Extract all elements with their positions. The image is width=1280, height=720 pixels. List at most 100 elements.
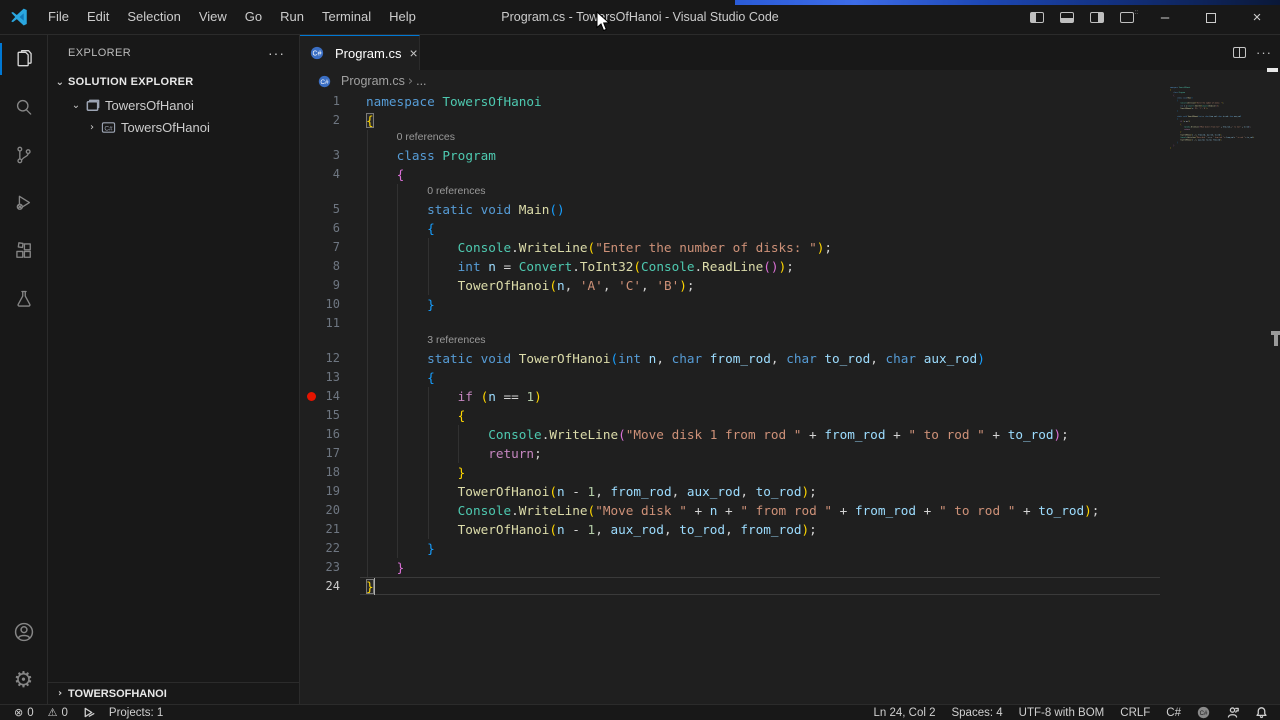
codelens-references[interactable]: 3 references (427, 334, 485, 346)
code-line-7[interactable]: 7 Console.WriteLine("Enter the number of… (300, 238, 1280, 257)
line-number[interactable]: 5 (300, 200, 340, 219)
line-number[interactable]: 20 (300, 501, 340, 520)
chevron-down-icon[interactable]: ⌄ (68, 100, 84, 111)
code-line-2[interactable]: 2{ (300, 111, 1280, 130)
status-warning-icon[interactable]: ⚠0 (48, 706, 68, 719)
status-projects-1[interactable]: Projects: 1 (109, 707, 163, 719)
account-icon[interactable] (0, 608, 48, 656)
menu-edit[interactable]: Edit (78, 5, 118, 29)
search-icon[interactable] (0, 83, 48, 131)
tab-close-icon[interactable]: × (409, 46, 417, 60)
line-number[interactable]: 6 (300, 219, 340, 238)
line-number[interactable]: 9 (300, 276, 340, 295)
line-number[interactable]: 3 (300, 146, 340, 165)
line-number[interactable]: 21 (300, 520, 340, 539)
code-line-16[interactable]: 16 Console.WriteLine("Move disk 1 from r… (300, 425, 1280, 444)
menu-view[interactable]: View (190, 5, 236, 29)
line-number[interactable]: 22 (300, 539, 340, 558)
explorer-icon[interactable] (0, 35, 48, 83)
toggle-primary-sidebar-icon[interactable] (1022, 0, 1052, 35)
line-number[interactable]: 2 (300, 111, 340, 130)
status-bell-icon[interactable] (1255, 706, 1268, 719)
code-line-4[interactable]: 4 { (300, 165, 1280, 184)
toggle-panel-icon[interactable] (1052, 0, 1082, 35)
code-editor[interactable]: 1namespace TowersOfHanoi2{0 references3 … (300, 92, 1280, 704)
code-line-20[interactable]: 20 Console.WriteLine("Move disk " + n + … (300, 501, 1280, 520)
more-actions-icon[interactable]: ··· (262, 45, 291, 61)
line-number[interactable]: 24 (300, 577, 340, 596)
status-c-[interactable]: C# (1166, 707, 1181, 719)
code-line-3[interactable]: 3 class Program (300, 146, 1280, 165)
code-line-11[interactable]: 11 (300, 314, 1280, 333)
codelens-references[interactable]: 0 references (397, 131, 455, 143)
line-number[interactable]: 10 (300, 295, 340, 314)
line-number[interactable]: 19 (300, 482, 340, 501)
line-number[interactable]: 11 (300, 314, 340, 333)
code-line-12[interactable]: 12 static void TowerOfHanoi(int n, char … (300, 349, 1280, 368)
menu-file[interactable]: File (39, 5, 78, 29)
status-spaces-4[interactable]: Spaces: 4 (951, 707, 1002, 719)
line-number[interactable]: 23 (300, 558, 340, 577)
code-line-17[interactable]: 17 return; (300, 444, 1280, 463)
code-line-1[interactable]: 1namespace TowersOfHanoi (300, 92, 1280, 111)
customize-layout-icon[interactable]: :: (1112, 0, 1142, 35)
towersofhanoi-section[interactable]: › TOWERSOFHANOI (48, 682, 299, 704)
code-line-13[interactable]: 13 { (300, 368, 1280, 387)
status-error-icon[interactable]: ⊗0 (14, 706, 34, 719)
line-number[interactable]: 13 (300, 368, 340, 387)
code-line-9[interactable]: 9 TowerOfHanoi(n, 'A', 'C', 'B'); (300, 276, 1280, 295)
status-crlf[interactable]: CRLF (1120, 707, 1150, 719)
code-line-6[interactable]: 6 { (300, 219, 1280, 238)
code-line-5[interactable]: 5 static void Main() (300, 200, 1280, 219)
code-line-21[interactable]: 21 TowerOfHanoi(n - 1, aux_rod, to_rod, … (300, 520, 1280, 539)
maximize-button[interactable] (1188, 0, 1234, 35)
tree-item-towersofhanoi[interactable]: ⌄TowersOfHanoi (48, 94, 299, 116)
testing-icon[interactable] (0, 275, 48, 323)
breadcrumb-symbol[interactable]: ... (416, 74, 426, 88)
code-line-14[interactable]: 14 if (n == 1) (300, 387, 1280, 406)
close-button[interactable]: × (1234, 0, 1280, 35)
status-run-profile-icon[interactable] (82, 706, 95, 719)
line-number[interactable]: 7 (300, 238, 340, 257)
status-utf-8-with-bom[interactable]: UTF-8 with BOM (1019, 707, 1105, 719)
solution-explorer-section[interactable]: ⌄ SOLUTION EXPLORER (48, 70, 299, 94)
toggle-secondary-sidebar-icon[interactable] (1082, 0, 1112, 35)
line-number[interactable]: 14 (300, 387, 340, 406)
minimap[interactable]: namespace TowersOfHanoi{ class Program {… (1170, 86, 1270, 156)
code-line-8[interactable]: 8 int n = Convert.ToInt32(Console.ReadLi… (300, 257, 1280, 276)
code-line-24[interactable]: 24} (300, 577, 1280, 596)
code-line-10[interactable]: 10 } (300, 295, 1280, 314)
line-number[interactable]: 15 (300, 406, 340, 425)
status-ln-24-col-2[interactable]: Ln 24, Col 2 (873, 707, 935, 719)
menu-go[interactable]: Go (236, 5, 271, 29)
chevron-right-icon[interactable]: › (84, 122, 100, 133)
menu-run[interactable]: Run (271, 5, 313, 29)
minimize-button[interactable]: – (1142, 0, 1188, 35)
code-line-22[interactable]: 22 } (300, 539, 1280, 558)
line-number[interactable]: 12 (300, 349, 340, 368)
split-editor-icon[interactable] (1233, 47, 1246, 58)
status-csharp-status-icon[interactable]: C# (1197, 706, 1210, 719)
source-control-icon[interactable] (0, 131, 48, 179)
code-line-18[interactable]: 18 } (300, 463, 1280, 482)
settings-gear-icon[interactable]: ⚙ (0, 656, 48, 704)
line-number[interactable]: 4 (300, 165, 340, 184)
tree-item-towersofhanoi[interactable]: ›C#TowersOfHanoi (48, 116, 299, 138)
code-line-23[interactable]: 23 } (300, 558, 1280, 577)
menu-help[interactable]: Help (380, 5, 425, 29)
status-feedback-icon[interactable] (1226, 706, 1239, 719)
line-number[interactable]: 16 (300, 425, 340, 444)
extensions-icon[interactable] (0, 227, 48, 275)
menu-terminal[interactable]: Terminal (313, 5, 380, 29)
code-line-15[interactable]: 15 { (300, 406, 1280, 425)
editor-more-actions-icon[interactable]: ··· (1256, 45, 1272, 60)
line-number[interactable]: 18 (300, 463, 340, 482)
codelens-references[interactable]: 0 references (427, 185, 485, 197)
menu-selection[interactable]: Selection (118, 5, 189, 29)
run-debug-icon[interactable] (0, 179, 48, 227)
line-number[interactable]: 17 (300, 444, 340, 463)
line-number[interactable]: 8 (300, 257, 340, 276)
tab-program-cs[interactable]: C# Program.cs × (300, 35, 420, 70)
line-number[interactable]: 1 (300, 92, 340, 111)
code-line-19[interactable]: 19 TowerOfHanoi(n - 1, from_rod, aux_rod… (300, 482, 1280, 501)
